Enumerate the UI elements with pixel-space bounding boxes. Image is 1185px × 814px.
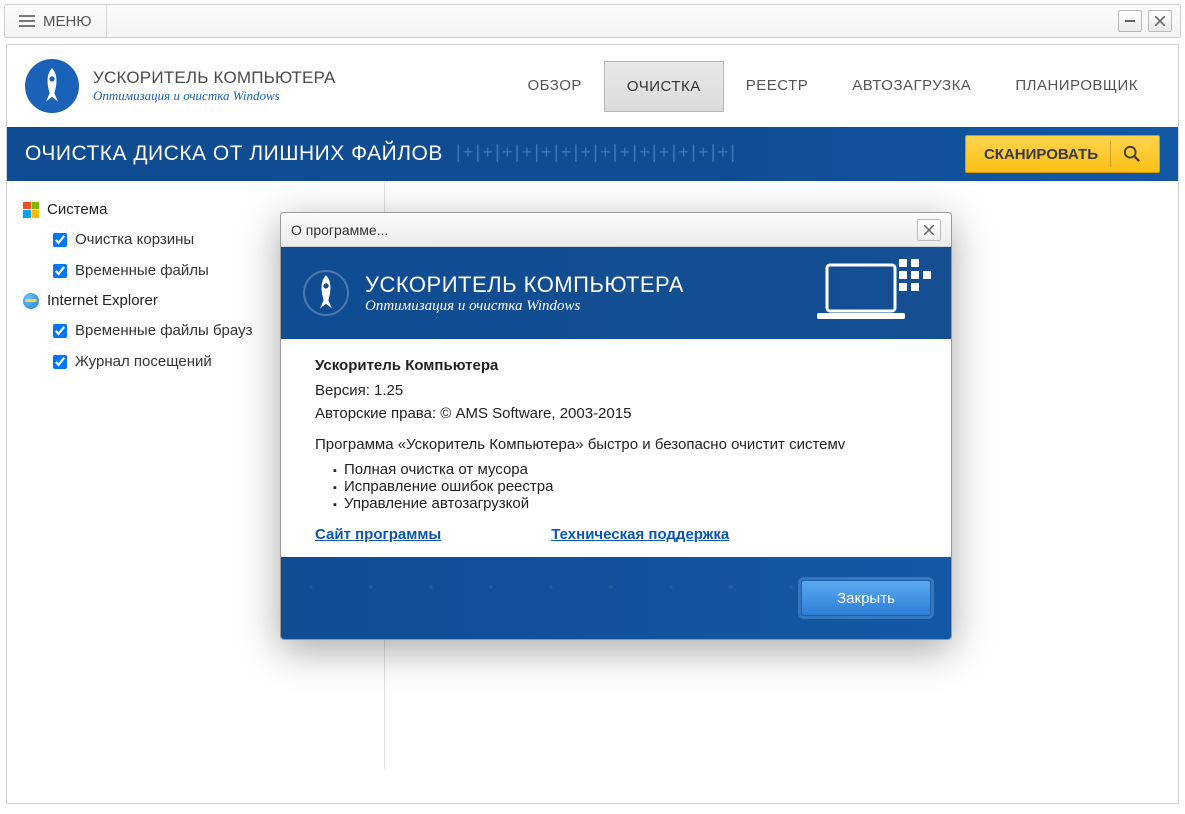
link-website[interactable]: Сайт программы	[315, 526, 441, 543]
feature-item: Полная очистка от мусора	[333, 461, 917, 478]
window-controls	[1118, 10, 1180, 32]
dialog-close-x[interactable]	[917, 219, 941, 241]
ruler-decoration: |+|+|+|+|+|+|+|+|+|+|+|+|+|+|	[453, 144, 965, 164]
close-icon	[1155, 16, 1165, 26]
brand-subtitle: Оптимизация и очистка Windows	[93, 88, 335, 104]
dialog-body: Ускоритель Компьютера Версия: 1.25 Автор…	[281, 339, 951, 557]
app-logo	[25, 59, 79, 113]
scan-label: СКАНИРОВАТЬ	[984, 146, 1098, 163]
item-label: Журнал посещений	[75, 353, 212, 370]
dialog-close-button[interactable]: Закрыть	[801, 580, 931, 616]
main-nav: ОБЗОР ОЧИСТКА РЕЕСТР АВТОЗАГРУЗКА ПЛАНИР…	[505, 61, 1160, 112]
dialog-title: О программе...	[291, 222, 388, 238]
tab-startup[interactable]: АВТОЗАГРУЗКА	[830, 61, 993, 112]
separator	[1110, 141, 1111, 167]
menu-label: МЕНЮ	[43, 13, 92, 30]
tab-cleanup[interactable]: ОЧИСТКА	[604, 61, 724, 112]
minimize-button[interactable]	[1118, 10, 1142, 32]
dialog-brand-sub: Оптимизация и очистка Windows	[365, 298, 684, 315]
dialog-links: Сайт программы Техническая поддержка	[315, 526, 917, 543]
search-icon	[1123, 145, 1141, 163]
rocket-icon	[311, 274, 341, 312]
dialog-titlebar[interactable]: О программе...	[281, 213, 951, 247]
page-banner: ОЧИСТКА ДИСКА ОТ ЛИШНИХ ФАЙЛОВ |+|+|+|+|…	[7, 127, 1178, 181]
brand-text: УСКОРИТЕЛЬ КОМПЬЮТЕРА Оптимизация и очис…	[93, 68, 335, 104]
feature-item: Исправление ошибок реестра	[333, 478, 917, 495]
tab-overview[interactable]: ОБЗОР	[505, 61, 603, 112]
hamburger-icon	[19, 15, 35, 27]
checkbox-ie-history[interactable]	[53, 355, 67, 369]
tab-registry[interactable]: РЕЕСТР	[724, 61, 831, 112]
category-ie-label: Internet Explorer	[47, 292, 158, 309]
about-description: Программа «Ускоритель Компьютера» быстро…	[315, 436, 917, 453]
checkbox-ie-temp[interactable]	[53, 324, 67, 338]
menu-button[interactable]: МЕНЮ	[5, 5, 107, 37]
dialog-banner: УСКОРИТЕЛЬ КОМПЬЮТЕРА Оптимизация и очис…	[281, 247, 951, 339]
brand-title: УСКОРИТЕЛЬ КОМПЬЮТЕРА	[93, 68, 335, 88]
tab-scheduler[interactable]: ПЛАНИРОВЩИК	[993, 61, 1160, 112]
item-label: Очистка корзины	[75, 231, 194, 248]
close-button[interactable]	[1148, 10, 1172, 32]
dialog-brand: УСКОРИТЕЛЬ КОМПЬЮТЕРА Оптимизация и очис…	[365, 272, 684, 315]
windows-icon	[23, 202, 39, 218]
titlebar: МЕНЮ	[4, 4, 1181, 38]
dialog-brand-title: УСКОРИТЕЛЬ КОМПЬЮТЕРА	[365, 272, 684, 298]
about-version: Версия: 1.25	[315, 382, 917, 399]
dialog-logo	[303, 270, 349, 316]
feature-item: Управление автозагрузкой	[333, 495, 917, 512]
item-label: Временные файлы брауз	[75, 322, 252, 339]
ie-icon	[23, 293, 39, 309]
header: УСКОРИТЕЛЬ КОМПЬЮТЕРА Оптимизация и очис…	[7, 45, 1178, 127]
link-support[interactable]: Техническая поддержка	[551, 526, 729, 543]
rocket-icon	[37, 67, 67, 105]
page-title: ОЧИСТКА ДИСКА ОТ ЛИШНИХ ФАЙЛОВ	[25, 142, 443, 166]
minimize-icon	[1125, 20, 1135, 22]
scan-button[interactable]: СКАНИРОВАТЬ	[965, 135, 1160, 173]
item-label: Временные файлы	[75, 262, 209, 279]
about-app-name: Ускоритель Компьютера	[315, 357, 917, 374]
about-dialog: О программе... УСКОРИТЕЛЬ КОМПЬЮТЕРА Опт…	[280, 212, 952, 640]
checkbox-temp-files[interactable]	[53, 264, 67, 278]
close-icon	[924, 225, 934, 235]
about-copyright: Авторские права: © AMS Software, 2003-20…	[315, 405, 917, 422]
feature-list: Полная очистка от мусора Исправление оши…	[315, 461, 917, 512]
laptop-icon	[803, 257, 933, 333]
category-system-label: Система	[47, 201, 107, 218]
checkbox-recycle-bin[interactable]	[53, 233, 67, 247]
dialog-footer: Закрыть	[281, 557, 951, 639]
